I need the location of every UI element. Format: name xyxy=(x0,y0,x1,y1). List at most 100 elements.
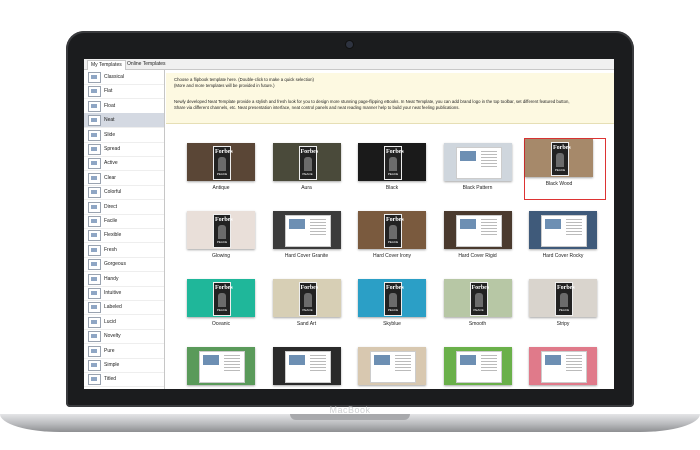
magazine-cover: Forbes PEACE xyxy=(213,146,233,180)
sidebar-item-pure[interactable]: Pure xyxy=(84,344,164,359)
open-book-preview xyxy=(284,351,331,383)
info-box: Choose a flipbook template here. (Double… xyxy=(166,73,614,124)
template-thumbnail-icon xyxy=(88,158,101,170)
sidebar-item-label: Pure xyxy=(104,347,115,354)
sidebar-item-classical[interactable]: Classical xyxy=(84,70,164,85)
template-name: Smooth xyxy=(468,321,487,327)
template-card[interactable]: Forbes PEACE Oceanic xyxy=(187,279,259,331)
template-card[interactable]: Forbes PEACE Sand Art xyxy=(272,279,345,331)
template-card[interactable] xyxy=(529,347,601,389)
template-card[interactable]: Forbes PEACE Black Wood xyxy=(524,138,606,200)
template-preview xyxy=(187,347,255,385)
sidebar-item-neat[interactable]: Neat xyxy=(84,113,164,129)
template-card[interactable]: Forbes PEACE Hard Cover Irony xyxy=(358,211,430,263)
sidebar-item-flat[interactable]: Flat xyxy=(84,84,164,100)
sidebar-item-novelty[interactable]: Novelty xyxy=(84,329,164,345)
sidebar-item-intuitive[interactable]: Intuitive xyxy=(84,286,164,301)
sidebar-item-slide[interactable]: Slide xyxy=(84,128,164,143)
magazine-cover: Forbes PEACE xyxy=(213,214,233,248)
sidebar-item-label: Classical xyxy=(104,74,125,80)
magazine-cover: Forbes PEACE xyxy=(384,214,404,248)
template-preview: Forbes PEACE xyxy=(358,143,426,181)
template-thumbnail-icon xyxy=(88,72,101,83)
sidebar-item-fresh[interactable]: Fresh xyxy=(84,243,164,258)
sidebar-item-label: Clear xyxy=(104,174,116,181)
magazine-cover: Forbes PEACE xyxy=(384,146,404,180)
sidebar-item-active[interactable]: Active xyxy=(84,156,164,172)
template-name: Black Pattern xyxy=(462,185,493,191)
app-window: My Templates Online Templates Classical F… xyxy=(84,59,614,389)
template-name: Aura xyxy=(301,185,312,191)
sidebar-item-simple[interactable]: Simple xyxy=(84,358,164,373)
cover-photo xyxy=(389,225,397,239)
template-card[interactable]: Forbes PEACE Aura xyxy=(272,143,345,195)
template-thumbnail-icon xyxy=(88,201,101,213)
sidebar-item-float[interactable]: Float xyxy=(84,99,164,114)
template-card[interactable]: Forbes PEACE Stripy xyxy=(529,279,601,331)
sidebar-item-flexible[interactable]: Flexible xyxy=(84,228,164,244)
template-preview xyxy=(529,347,597,385)
sidebar-item-colorful[interactable]: Colorful xyxy=(84,185,164,201)
template-preview: Forbes PEACE xyxy=(272,279,341,317)
template-thumbnail-icon xyxy=(88,86,101,98)
template-card[interactable]: Forbes PEACE Skyblue xyxy=(358,279,430,331)
sidebar-item-labeled[interactable]: Labeled xyxy=(84,300,164,316)
sidebar-item-label: Facile xyxy=(104,218,118,224)
cover-photo xyxy=(303,293,312,307)
template-card[interactable]: Hard Cover Rigid xyxy=(443,211,516,263)
cover-photo xyxy=(389,293,397,307)
sidebar-item-label: Intuitive xyxy=(104,290,122,296)
tab-my-templates[interactable]: My Templates xyxy=(87,60,126,70)
open-book-preview xyxy=(370,351,416,383)
template-card[interactable]: Forbes PEACE Black xyxy=(358,143,430,195)
cover-subtitle: PEACE xyxy=(216,240,228,244)
sidebar-item-clear[interactable]: Clear xyxy=(84,171,164,186)
cover-title: Forbes xyxy=(553,145,571,151)
template-preview: Forbes PEACE xyxy=(358,211,426,249)
sidebar-item-label: Float xyxy=(104,102,116,109)
template-card[interactable]: Hard Cover Granite xyxy=(272,211,345,263)
cover-photo xyxy=(560,293,568,307)
tab-online-templates[interactable]: Online Templates xyxy=(124,60,169,69)
cover-photo xyxy=(474,293,483,307)
template-card[interactable]: Forbes PEACE Antique xyxy=(187,143,259,195)
template-name: Sand Art xyxy=(296,321,317,327)
sidebar-item-spread[interactable]: Spread xyxy=(84,142,164,157)
template-thumbnail-icon xyxy=(88,288,101,299)
info-line-2: (More and more templates will be provide… xyxy=(174,83,275,88)
template-preview: Forbes PEACE xyxy=(272,143,341,181)
sidebar-item-lucid[interactable]: Lucid xyxy=(84,315,164,330)
template-card[interactable]: Hard Cover Rocky xyxy=(529,211,601,263)
sidebar-item-label: Titled xyxy=(104,376,117,383)
sidebar-item-direct[interactable]: Direct xyxy=(84,200,164,215)
sidebar-item-titled[interactable]: Titled xyxy=(84,372,164,388)
template-card[interactable]: Forbes PEACE Smooth xyxy=(443,279,516,331)
template-preview: Forbes PEACE xyxy=(443,279,512,317)
cover-title: Forbes xyxy=(386,217,404,223)
sidebar-item-label: Novelty xyxy=(104,333,121,340)
cover-title: Forbes xyxy=(386,285,404,291)
sidebar-item-facile[interactable]: Facile xyxy=(84,214,164,229)
sidebar-item-handy[interactable]: Handy xyxy=(84,272,164,287)
cover-photo xyxy=(218,293,226,307)
sidebar-item-label: Gorgeous xyxy=(104,261,126,268)
template-name: Black Wood xyxy=(545,181,573,187)
template-card[interactable]: Black Pattern xyxy=(443,143,516,195)
cover-title: Forbes xyxy=(215,149,233,155)
template-thumbnail-icon xyxy=(88,244,101,256)
open-book-preview xyxy=(541,215,587,247)
cover-photo xyxy=(218,225,226,239)
sidebar-item-gorgeous[interactable]: Gorgeous xyxy=(84,257,164,273)
template-card[interactable] xyxy=(272,347,345,389)
template-name: Hard Cover Rocky xyxy=(542,253,584,259)
template-card[interactable] xyxy=(358,347,430,389)
cover-subtitle: PEACE xyxy=(387,172,399,176)
magazine-cover: Forbes PEACE xyxy=(551,142,571,176)
template-card[interactable]: Forbes PEACE Glowing xyxy=(187,211,259,263)
template-card[interactable] xyxy=(443,347,516,389)
template-name: Skyblue xyxy=(383,321,401,327)
template-card[interactable] xyxy=(187,347,259,389)
template-thumbnail-icon xyxy=(88,144,101,155)
template-preview xyxy=(443,143,512,181)
sidebar-item-label: Flexible xyxy=(104,232,122,239)
